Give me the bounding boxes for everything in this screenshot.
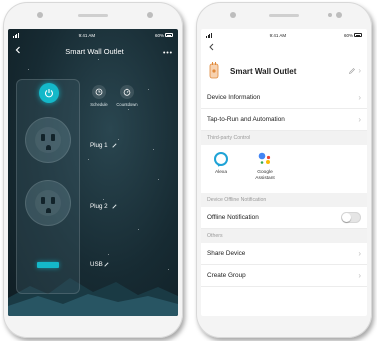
usb-port[interactable]	[37, 262, 59, 268]
power-button[interactable]	[39, 83, 59, 103]
plug-2-label: Plug 2	[90, 203, 108, 210]
plug-1-label: Plug 1	[90, 142, 108, 149]
schedule-label: Schedule	[90, 102, 108, 107]
third-party-section-header: Third-party Control	[201, 131, 367, 145]
device-information-label: Device Information	[207, 94, 261, 101]
speaker-grille	[78, 14, 108, 17]
status-bar: 9:41 AM 60%	[201, 29, 367, 41]
tap-to-run-label: Tap-to-Run and Automation	[207, 116, 285, 123]
edit-pencil-icon[interactable]	[111, 204, 117, 209]
front-camera-icon	[37, 12, 43, 18]
battery-indicator: 60%	[155, 33, 173, 38]
tap-to-run-row[interactable]: Tap-to-Run and Automation ›	[201, 109, 367, 131]
battery-percent: 60%	[154, 32, 164, 38]
google-assistant-icon	[257, 151, 273, 167]
schedule-button[interactable]: Schedule	[88, 85, 110, 107]
smart-outlet-device-icon	[207, 62, 221, 80]
battery-icon	[354, 33, 362, 38]
sensor-icon	[328, 13, 332, 17]
device-information-row[interactable]: Device Information ›	[201, 87, 367, 109]
offline-notification-row: Offline Notification	[201, 207, 367, 229]
device-header[interactable]: Smart Wall Outlet ›	[201, 55, 367, 87]
plug-1-row[interactable]: Plug 1	[90, 142, 117, 149]
offline-section-header: Device Offline Notification	[201, 193, 367, 207]
plug-2-row[interactable]: Plug 2	[90, 203, 117, 210]
outlet-plug-2[interactable]	[25, 180, 71, 226]
usb-label: USB	[90, 261, 103, 268]
edit-pencil-icon[interactable]	[111, 143, 117, 148]
more-dots-icon[interactable]	[163, 47, 172, 56]
chevron-right-icon: ›	[358, 248, 361, 258]
edit-pencil-icon[interactable]	[104, 262, 109, 267]
google-assistant-label: Google Assistant	[255, 170, 275, 181]
battery-percent: 60%	[343, 32, 353, 38]
signal-icon	[13, 32, 19, 38]
outlet-control-screen: 9:41 AM 60% Smart Wall Outlet Schedule C…	[8, 29, 178, 316]
sensor-icon	[336, 12, 342, 18]
usb-row[interactable]: USB	[90, 261, 109, 268]
battery-icon	[165, 33, 173, 38]
third-party-control-list: Alexa Google Assistant	[201, 145, 367, 193]
right-phone: 9:41 AM 60% Smart Wall Outlet › Device I…	[196, 2, 372, 338]
device-settings-screen: 9:41 AM 60% Smart Wall Outlet › Device I…	[201, 29, 367, 316]
battery-indicator: 60%	[344, 33, 362, 38]
alexa-label: Alexa	[215, 170, 227, 175]
chevron-right-icon: ›	[358, 66, 361, 75]
share-device-row[interactable]: Share Device ›	[201, 243, 367, 265]
offline-notification-toggle[interactable]	[341, 212, 361, 223]
edit-pencil-icon	[349, 68, 356, 74]
edit-device-name[interactable]: ›	[349, 67, 361, 75]
chevron-right-icon: ›	[358, 114, 361, 124]
share-device-label: Share Device	[207, 250, 246, 257]
alexa-icon	[213, 151, 229, 167]
others-section-header: Others	[201, 229, 367, 243]
status-bar: 9:41 AM 60%	[8, 29, 178, 41]
status-time: 9:41 AM	[78, 32, 96, 38]
page-title: Smart Wall Outlet	[65, 46, 124, 56]
countdown-button[interactable]: Countdown	[116, 85, 138, 107]
offline-notification-label: Offline Notification	[207, 214, 259, 221]
chevron-right-icon: ›	[358, 92, 361, 102]
back-arrow-icon[interactable]	[208, 43, 215, 54]
back-arrow-icon[interactable]	[14, 46, 26, 57]
power-icon	[44, 89, 54, 98]
countdown-label: Countdown	[116, 102, 138, 107]
top-bar: Smart Wall Outlet	[8, 41, 178, 61]
clock-icon	[92, 85, 106, 99]
outlet-plug-1[interactable]	[25, 117, 71, 163]
create-group-row[interactable]: Create Group ›	[201, 265, 367, 287]
top-bar	[201, 41, 367, 55]
device-name: Smart Wall Outlet	[230, 66, 297, 76]
signal-icon	[206, 32, 212, 38]
timer-icon	[120, 85, 134, 99]
create-group-label: Create Group	[207, 272, 246, 279]
sensor-icon	[147, 12, 153, 18]
google-assistant-item[interactable]: Google Assistant	[251, 149, 279, 182]
alexa-item[interactable]: Alexa	[207, 149, 235, 176]
left-phone: 9:41 AM 60% Smart Wall Outlet Schedule C…	[3, 2, 183, 338]
front-camera-icon	[230, 12, 236, 18]
speaker-grille	[269, 14, 299, 17]
status-time: 9:41 AM	[269, 32, 287, 38]
chevron-right-icon: ›	[358, 270, 361, 280]
